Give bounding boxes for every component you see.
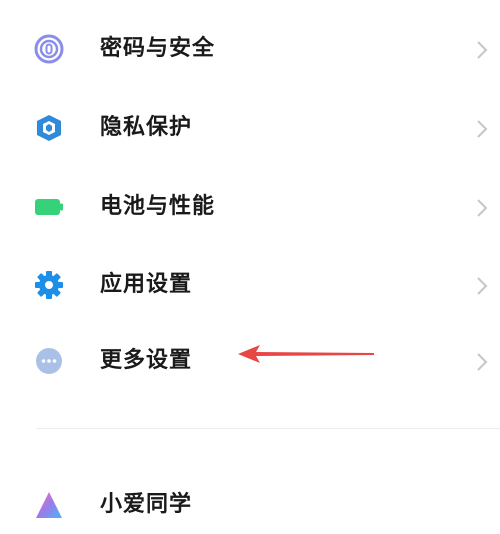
settings-item-app-settings[interactable]: 应用设置 [0, 254, 500, 314]
settings-item-xiaoai[interactable]: 小爱同学 [0, 474, 500, 534]
settings-item-label: 密码与安全 [100, 36, 216, 61]
annotation-arrow [238, 345, 374, 363]
chevron-right-icon [477, 199, 488, 217]
xiaoai-icon [36, 492, 62, 518]
chevron-right-icon [477, 277, 488, 295]
settings-item-privacy[interactable]: 隐私保护 [0, 97, 500, 157]
battery-icon [35, 199, 63, 215]
settings-item-label: 小爱同学 [100, 492, 193, 517]
settings-item-label: 应用设置 [100, 272, 193, 297]
shield-icon [37, 115, 61, 141]
settings-item-label: 隐私保护 [100, 115, 193, 140]
settings-item-password-security[interactable]: 密码与安全 [0, 18, 500, 78]
chevron-right-icon [477, 353, 488, 371]
more-dots-icon [36, 348, 62, 374]
chevron-right-icon [477, 41, 488, 59]
chevron-right-icon [477, 120, 488, 138]
section-divider [36, 428, 500, 429]
fingerprint-icon [34, 34, 64, 64]
settings-item-label: 电池与性能 [100, 194, 216, 219]
gear-icon [35, 271, 63, 299]
settings-item-battery-performance[interactable]: 电池与性能 [0, 176, 500, 236]
settings-item-label: 更多设置 [100, 348, 193, 373]
